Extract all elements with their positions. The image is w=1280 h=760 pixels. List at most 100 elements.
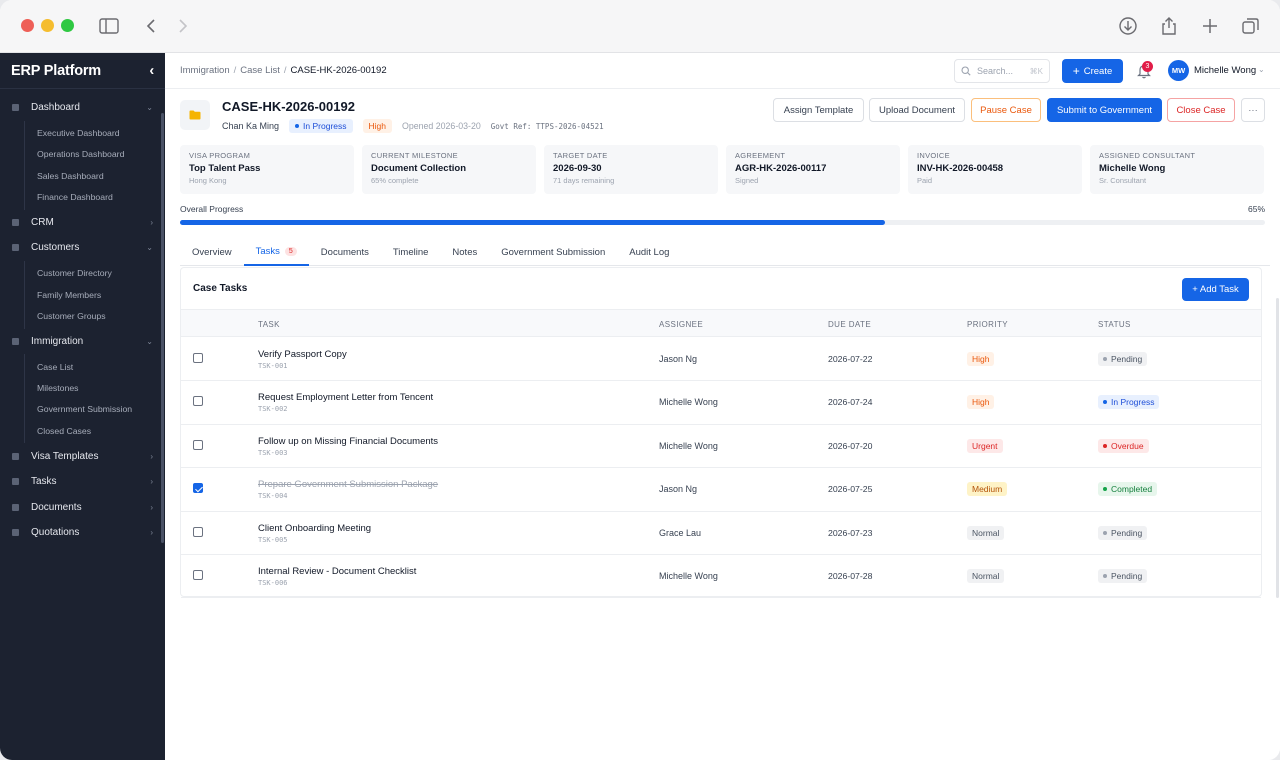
opened-date: Opened 2026-03-20 [402,121,481,131]
sidebar-item-quotations[interactable]: Quotations › [0,520,165,546]
more-actions-button[interactable]: ··· [1241,98,1265,122]
sidebar-subitem-finance-dashboard[interactable]: Finance Dashboard [37,186,165,207]
add-task-button[interactable]: + Add Task [1182,278,1249,301]
avatar[interactable]: MW [1168,60,1189,81]
task-name[interactable]: Client Onboarding Meeting [258,523,371,534]
tab-notes[interactable]: Notes [440,239,489,266]
collapse-sidebar-icon[interactable]: ‹ [149,63,154,79]
column-header-due-date[interactable]: DUE DATE [828,320,871,329]
client-name[interactable]: Chan Ka Ming [222,121,279,131]
tab-count-badge: 5 [284,247,297,256]
sidebar-subitem-executive-dashboard[interactable]: Executive Dashboard [37,123,165,144]
sidebar-toggle-icon[interactable] [97,15,121,37]
table-row[interactable]: Request Employment Letter from Tencent TS… [181,381,1261,425]
sidebar-item-customers[interactable]: Customers ⌄ [0,235,165,261]
sidebar-item-dashboard[interactable]: Dashboard ⌄ [0,95,165,121]
sidebar-item-visa-templates[interactable]: Visa Templates › [0,443,165,469]
case-priority-badge: High [362,119,392,133]
summary-card-agreement[interactable]: AGREEMENT AGR-HK-2026-00117 Signed [726,145,900,194]
task-checkbox[interactable] [193,353,203,363]
close-case-button[interactable]: Close Case [1167,98,1235,122]
task-name[interactable]: Request Employment Letter from Tencent [258,392,433,403]
close-window-button[interactable] [21,19,34,32]
column-header-priority[interactable]: PRIORITY [967,320,1008,329]
quotations-icon [12,529,19,537]
sidebar-subitem-customer-groups[interactable]: Customer Groups [37,305,165,326]
tab-government-submission[interactable]: Government Submission [489,239,617,266]
new-tab-icon[interactable] [1198,15,1222,37]
create-label: Create [1083,65,1113,77]
sidebar-subitem-sales-dashboard[interactable]: Sales Dashboard [37,165,165,186]
download-icon[interactable] [1116,15,1140,37]
tab-documents[interactable]: Documents [309,239,381,266]
task-checkbox[interactable] [193,526,203,537]
back-icon[interactable] [139,15,163,37]
customers-icon [12,244,19,252]
task-name[interactable]: Prepare Government Submission Package [258,479,438,490]
user-menu-chevron-icon[interactable]: ⌄ [1258,65,1265,74]
sidebar-subitem-family-members[interactable]: Family Members [37,284,165,305]
chevron-right-icon: › [150,477,153,487]
chevron-right-icon: › [150,528,153,538]
user-name[interactable]: Michelle Wong [1194,65,1256,76]
sidebar-scrollbar[interactable] [161,113,164,543]
card-key: INVOICE [917,151,950,160]
sidebar-item-crm[interactable]: CRM › [0,210,165,236]
sidebar-item-tasks[interactable]: Tasks › [0,469,165,495]
sidebar-subitem-case-list[interactable]: Case List [37,356,165,377]
task-checkbox[interactable] [193,483,203,494]
pause-case-button[interactable]: Pause Case [971,98,1041,122]
notification-count-badge: 3 [1142,61,1153,72]
sidebar-subitem-customer-directory[interactable]: Customer Directory [37,263,165,284]
status-badge: Completed [1098,482,1158,497]
breadcrumb-immigration[interactable]: Immigration [180,65,230,76]
assign-template-button[interactable]: Assign Template [773,98,864,122]
maximize-window-button[interactable] [61,19,74,32]
table-row[interactable]: Verify Passport Copy TSK-001 Jason Ng 2026-… [181,338,1261,382]
task-checkbox[interactable] [193,439,203,450]
card-subtext: Hong Kong [189,176,227,185]
sidebar-item-label: Immigration [31,335,84,347]
upload-document-button[interactable]: Upload Document [869,98,965,122]
summary-card-target-date[interactable]: TARGET DATE 2026-09-30 71 days remaining [544,145,718,194]
column-header-task[interactable]: TASK [258,320,280,329]
status-dot-icon [295,124,300,128]
sidebar-item-documents[interactable]: Documents › [0,494,165,520]
minimize-window-button[interactable] [41,19,54,32]
summary-card-visa-program[interactable]: VISA PROGRAM Top Talent Pass Hong Kong [180,145,354,194]
summary-card-current-milestone[interactable]: CURRENT MILESTONE Document Collection 65% … [362,145,536,194]
share-icon[interactable] [1157,15,1181,37]
task-name[interactable]: Verify Passport Copy [258,349,347,360]
submit-to-government-button[interactable]: Submit to Government [1047,98,1162,122]
status-label: Pending [1111,571,1143,581]
status-badge: Overdue [1098,438,1149,453]
task-name[interactable]: Follow up on Missing Financial Documents [258,436,438,447]
sidebar-subitem-milestones[interactable]: Milestones [37,377,165,398]
create-button[interactable]: + Create [1062,59,1123,83]
table-row[interactable]: Prepare Government Submission Package TSK… [181,468,1261,512]
task-name[interactable]: Internal Review - Document Checklist [258,566,416,577]
table-row[interactable]: Internal Review - Document Checklist TSK-… [181,555,1261,599]
tab-audit-log[interactable]: Audit Log [617,239,681,266]
column-header-status[interactable]: STATUS [1098,320,1131,329]
sidebar-subitem-government-submission[interactable]: Government Submission [37,399,165,420]
task-checkbox[interactable] [193,570,203,580]
forward-icon[interactable] [171,15,195,37]
tab-tasks[interactable]: Tasks 5 [243,239,309,266]
tab-overview-icon[interactable] [1239,15,1263,37]
main-scrollbar[interactable] [1276,298,1279,598]
sidebar-subitem-closed-cases[interactable]: Closed Cases [37,420,165,441]
breadcrumb-case-list[interactable]: Case List [240,65,280,76]
case-status-label: In Progress [303,121,347,131]
table-row[interactable]: Client Onboarding Meeting TSK-005 Grace La… [181,512,1261,555]
sidebar-item-immigration[interactable]: Immigration ⌄ [0,329,165,355]
summary-card-assigned-consultant[interactable]: ASSIGNED CONSULTANT Michelle Wong Sr. Cons… [1090,145,1264,194]
table-row[interactable]: Follow up on Missing Financial Documents… [181,425,1261,469]
column-header-assignee[interactable]: ASSIGNEE [659,320,703,329]
summary-card-invoice[interactable]: INVOICE INV-HK-2026-00458 Paid [908,145,1082,194]
sidebar-subitem-operations-dashboard[interactable]: Operations Dashboard [37,144,165,165]
task-checkbox[interactable] [193,396,203,407]
tab-timeline[interactable]: Timeline [381,239,441,266]
search-input[interactable]: Search... ⌘K [954,59,1050,83]
tab-overview[interactable]: Overview [180,239,244,266]
